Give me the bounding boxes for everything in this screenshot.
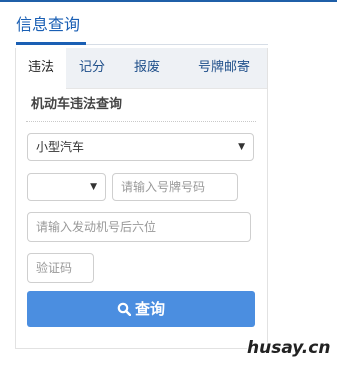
captcha-placeholder: 验证码 [36,261,73,275]
title-divider [86,44,268,45]
province-select[interactable]: ▼ [27,173,106,201]
query-panel: 违法 记分 报废 号牌邮寄 机动车违法查询 小型汽车 ▼ ▼ 请输入号牌号码 请… [15,48,268,349]
engine-number-placeholder: 请输入发动机号后六位 [36,220,157,234]
plate-number-input[interactable]: 请输入号牌号码 [112,173,238,201]
search-button-label: 查询 [134,300,165,318]
search-icon [117,302,132,317]
top-border [0,0,337,2]
chevron-down-icon: ▼ [238,142,245,152]
chevron-down-icon: ▼ [90,182,97,192]
page-title: 信息查询 [16,15,81,34]
tab-bar: 违法 记分 报废 号牌邮寄 [16,48,267,89]
vehicle-type-select[interactable]: 小型汽车 ▼ [27,133,254,161]
captcha-input[interactable]: 验证码 [27,253,94,283]
vehicle-type-value: 小型汽车 [36,140,85,154]
tab-plate-mail[interactable]: 号牌邮寄 [184,48,264,88]
watermark-logo: husay.cn [247,338,331,358]
search-button[interactable]: 查询 [27,291,255,327]
title-underline [16,42,86,45]
tab-points[interactable]: 记分 [72,48,112,88]
tab-scrap[interactable]: 报废 [124,48,170,88]
form-title: 机动车违法查询 [31,97,123,112]
engine-number-input[interactable]: 请输入发动机号后六位 [27,212,251,242]
tab-violation[interactable]: 违法 [16,48,66,89]
form-divider [26,121,256,122]
plate-number-placeholder: 请输入号牌号码 [121,180,206,194]
